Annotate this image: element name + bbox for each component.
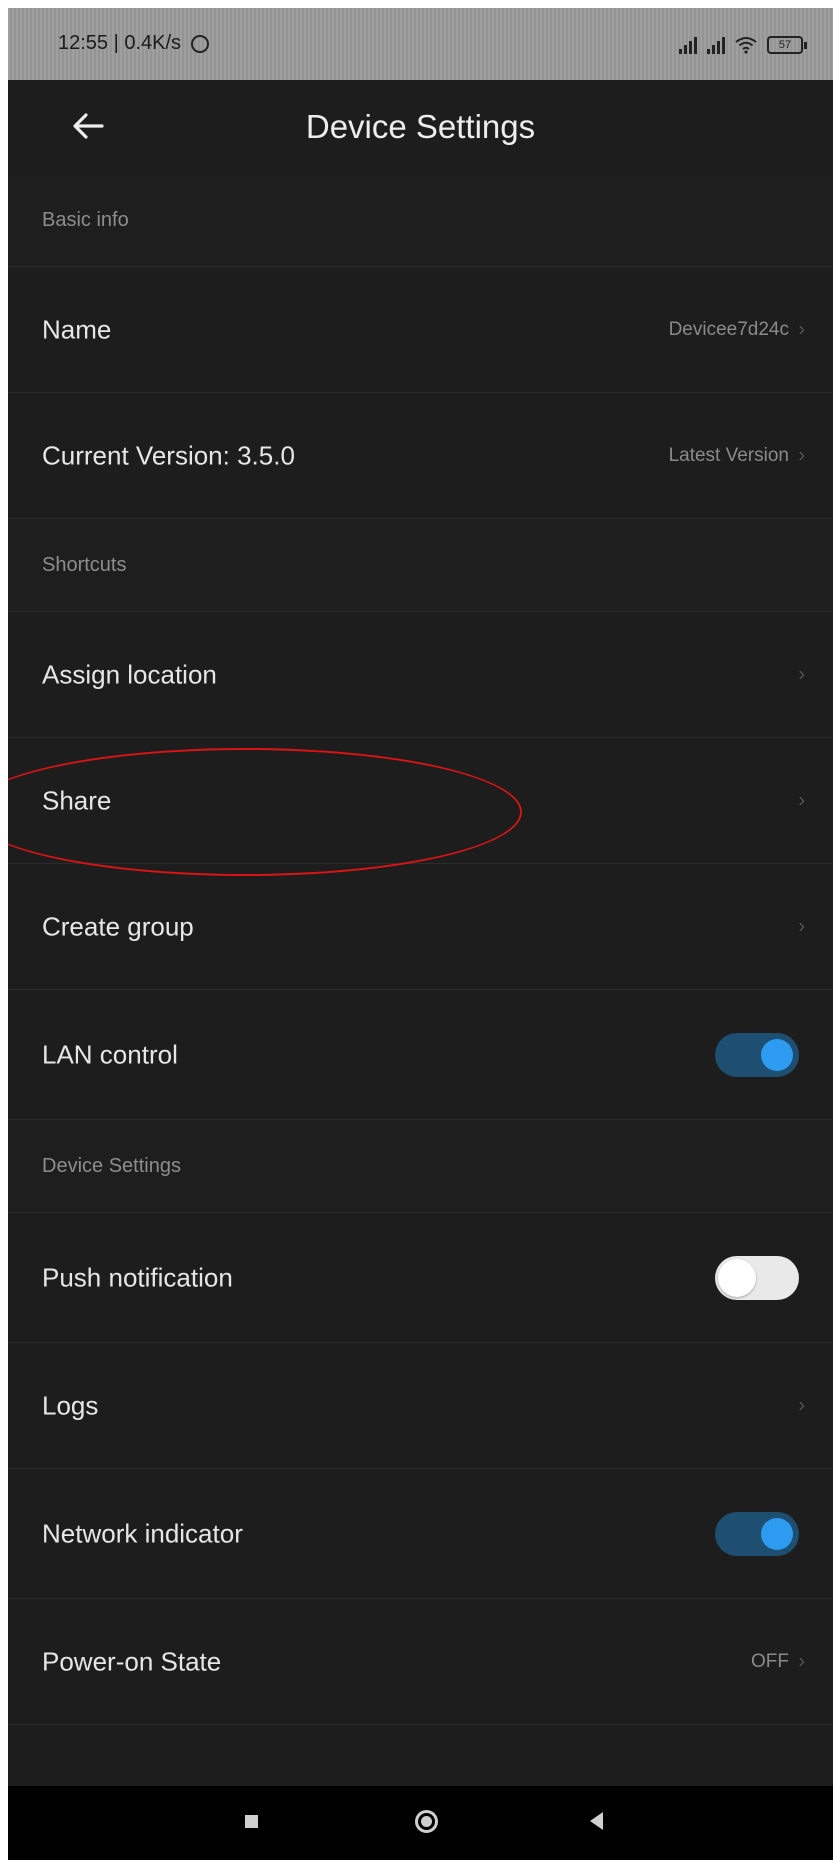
- wifi-icon: [735, 37, 757, 54]
- row-network-indicator-label: Network indicator: [42, 1518, 243, 1548]
- alarm-icon: [191, 34, 210, 53]
- section-header-device-settings: Device Settings: [8, 1120, 833, 1213]
- settings-list: Basic info Name Devicee7d24c › Current V…: [8, 174, 833, 1725]
- row-power-on-state-label: Power-on State: [42, 1646, 222, 1676]
- toggle-knob: [761, 1517, 793, 1550]
- row-lan-control-label: LAN control: [42, 1039, 178, 1069]
- row-share-label: Share: [42, 785, 112, 815]
- chevron-right-icon: ›: [798, 663, 805, 685]
- toggle-knob: [718, 1258, 756, 1297]
- status-bar: 12:55 | 0.4K/s 57: [8, 8, 833, 80]
- chevron-right-icon: ›: [798, 318, 805, 340]
- page-title: Device Settings: [305, 108, 536, 145]
- row-version-label: Current Version: 3.5.0: [42, 440, 295, 470]
- signal-1-icon: [679, 36, 697, 54]
- back-triangle-icon[interactable]: [590, 1812, 603, 1830]
- row-name-label: Name: [42, 314, 112, 344]
- row-push-notification: Push notification: [8, 1213, 833, 1343]
- recent-apps-icon[interactable]: [245, 1815, 258, 1828]
- device-settings-screen: 12:55 | 0.4K/s 57 Device Settings Basic …: [8, 8, 833, 1860]
- system-nav-bar: [8, 1786, 833, 1860]
- toggle-knob: [761, 1038, 793, 1071]
- row-logs-label: Logs: [42, 1390, 99, 1420]
- chevron-right-icon: ›: [798, 915, 805, 937]
- section-header-shortcuts: Shortcuts: [8, 519, 833, 612]
- chevron-right-icon: ›: [798, 789, 805, 811]
- status-right: 57: [679, 32, 807, 54]
- network-indicator-toggle[interactable]: [715, 1511, 799, 1556]
- row-create-group[interactable]: Create group ›: [8, 864, 833, 990]
- push-notification-toggle[interactable]: [715, 1255, 799, 1300]
- signal-2-icon: [707, 36, 725, 54]
- row-push-notification-label: Push notification: [42, 1262, 233, 1292]
- row-current-version[interactable]: Current Version: 3.5.0 Latest Version ›: [8, 393, 833, 519]
- row-name[interactable]: Name Devicee7d24c ›: [8, 267, 833, 393]
- status-time-speed: 12:55 | 0.4K/s: [58, 32, 182, 54]
- row-version-value: Latest Version: [668, 444, 789, 466]
- battery-icon: 57: [767, 36, 807, 54]
- row-power-on-state-value: OFF: [751, 1650, 789, 1672]
- row-assign-location[interactable]: Assign location ›: [8, 612, 833, 738]
- lan-control-toggle[interactable]: [715, 1032, 799, 1077]
- row-lan-control: LAN control: [8, 990, 833, 1120]
- app-bar: Device Settings: [8, 80, 833, 175]
- section-header-basic-info: Basic info: [8, 174, 833, 267]
- row-network-indicator: Network indicator: [8, 1469, 833, 1599]
- chevron-right-icon: ›: [798, 1394, 805, 1416]
- row-share[interactable]: Share ›: [8, 738, 833, 864]
- row-power-on-state[interactable]: Power-on State OFF ›: [8, 1599, 833, 1725]
- status-left: 12:55 | 0.4K/s: [58, 32, 210, 55]
- row-create-group-label: Create group: [42, 911, 194, 941]
- row-name-value: Devicee7d24c: [668, 318, 789, 340]
- row-assign-location-label: Assign location: [42, 659, 217, 689]
- row-logs[interactable]: Logs ›: [8, 1343, 833, 1469]
- home-icon[interactable]: [415, 1810, 438, 1833]
- chevron-right-icon: ›: [798, 444, 805, 466]
- chevron-right-icon: ›: [798, 1650, 805, 1672]
